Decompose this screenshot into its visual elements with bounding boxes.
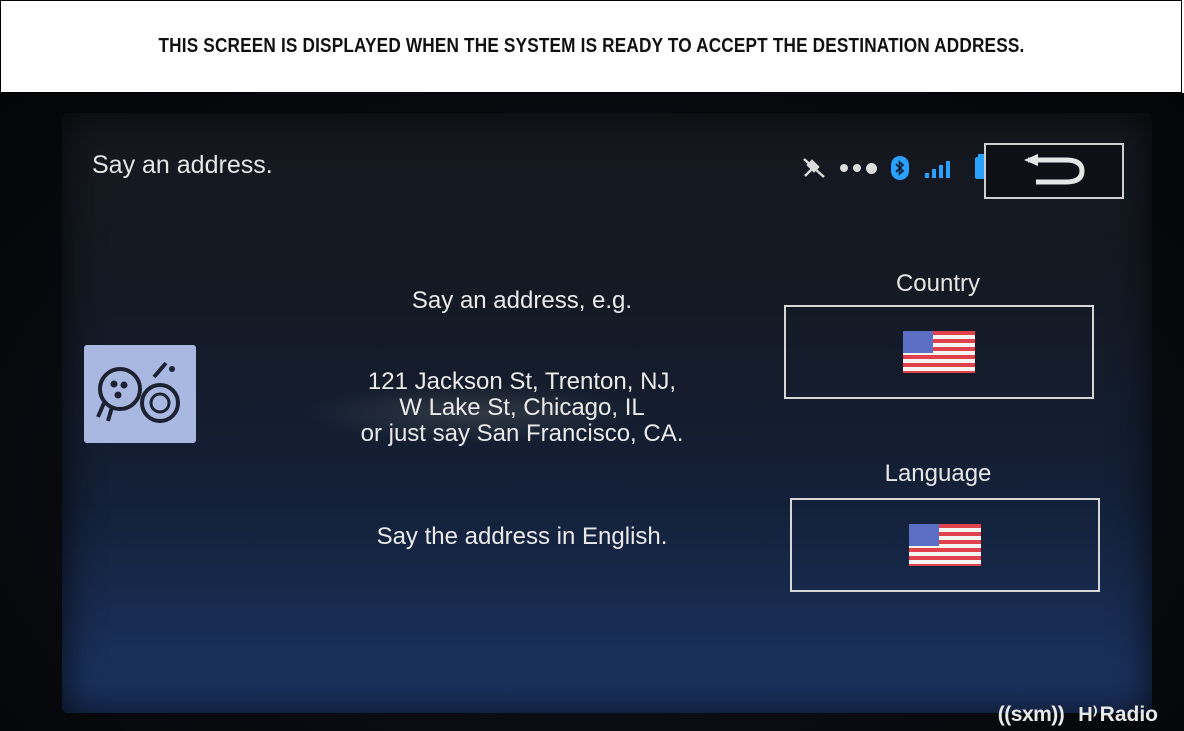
signal-strength-icon [925, 161, 950, 178]
broadcast-logos: ((sxm)) H⁾ Radio [998, 702, 1158, 727]
bluetooth-icon [891, 156, 909, 180]
hd-radio-logo: H⁾ Radio [1078, 702, 1158, 727]
example-addresses: 121 Jackson St, Trenton, NJ, W Lake St, … [242, 369, 802, 447]
hd-radio-text: Radio [1099, 702, 1158, 726]
caption-banner: THIS SCREEN IS DISPLAYED WHEN THE SYSTEM… [0, 0, 1182, 93]
country-button[interactable] [784, 305, 1094, 399]
display-photo: Say an address. Say an address, e.g. 121… [0, 93, 1184, 731]
example-line-1: 121 Jackson St, Trenton, NJ, [367, 368, 677, 395]
infotainment-screen: Say an address. Say an address, e.g. 121… [62, 113, 1152, 713]
hd-mark-icon: H⁾ [1078, 704, 1098, 726]
prompt-text: Say an address, e.g. [411, 287, 633, 314]
dots-indicator [840, 162, 877, 174]
satellite-off-icon [803, 158, 825, 178]
status-bar [802, 154, 987, 181]
us-flag-icon [903, 331, 975, 373]
back-button[interactable] [984, 143, 1124, 199]
us-flag-icon [909, 524, 981, 566]
back-arrow-icon [1024, 154, 1085, 185]
country-label: Country [895, 270, 981, 297]
language-button[interactable] [790, 498, 1100, 592]
language-label: Language [884, 460, 992, 487]
caption-text: THIS SCREEN IS DISPLAYED WHEN THE SYSTEM… [158, 35, 1024, 57]
example-line-2: W Lake St, Chicago, IL [399, 394, 645, 421]
language-instruction: Say the address in English. [376, 523, 668, 550]
example-line-3: or just say San Francisco, CA. [360, 420, 684, 447]
voice-recognition-icon [84, 345, 196, 443]
screen-title: Say an address. [92, 151, 273, 179]
sxm-logo: ((sxm)) [997, 702, 1065, 726]
